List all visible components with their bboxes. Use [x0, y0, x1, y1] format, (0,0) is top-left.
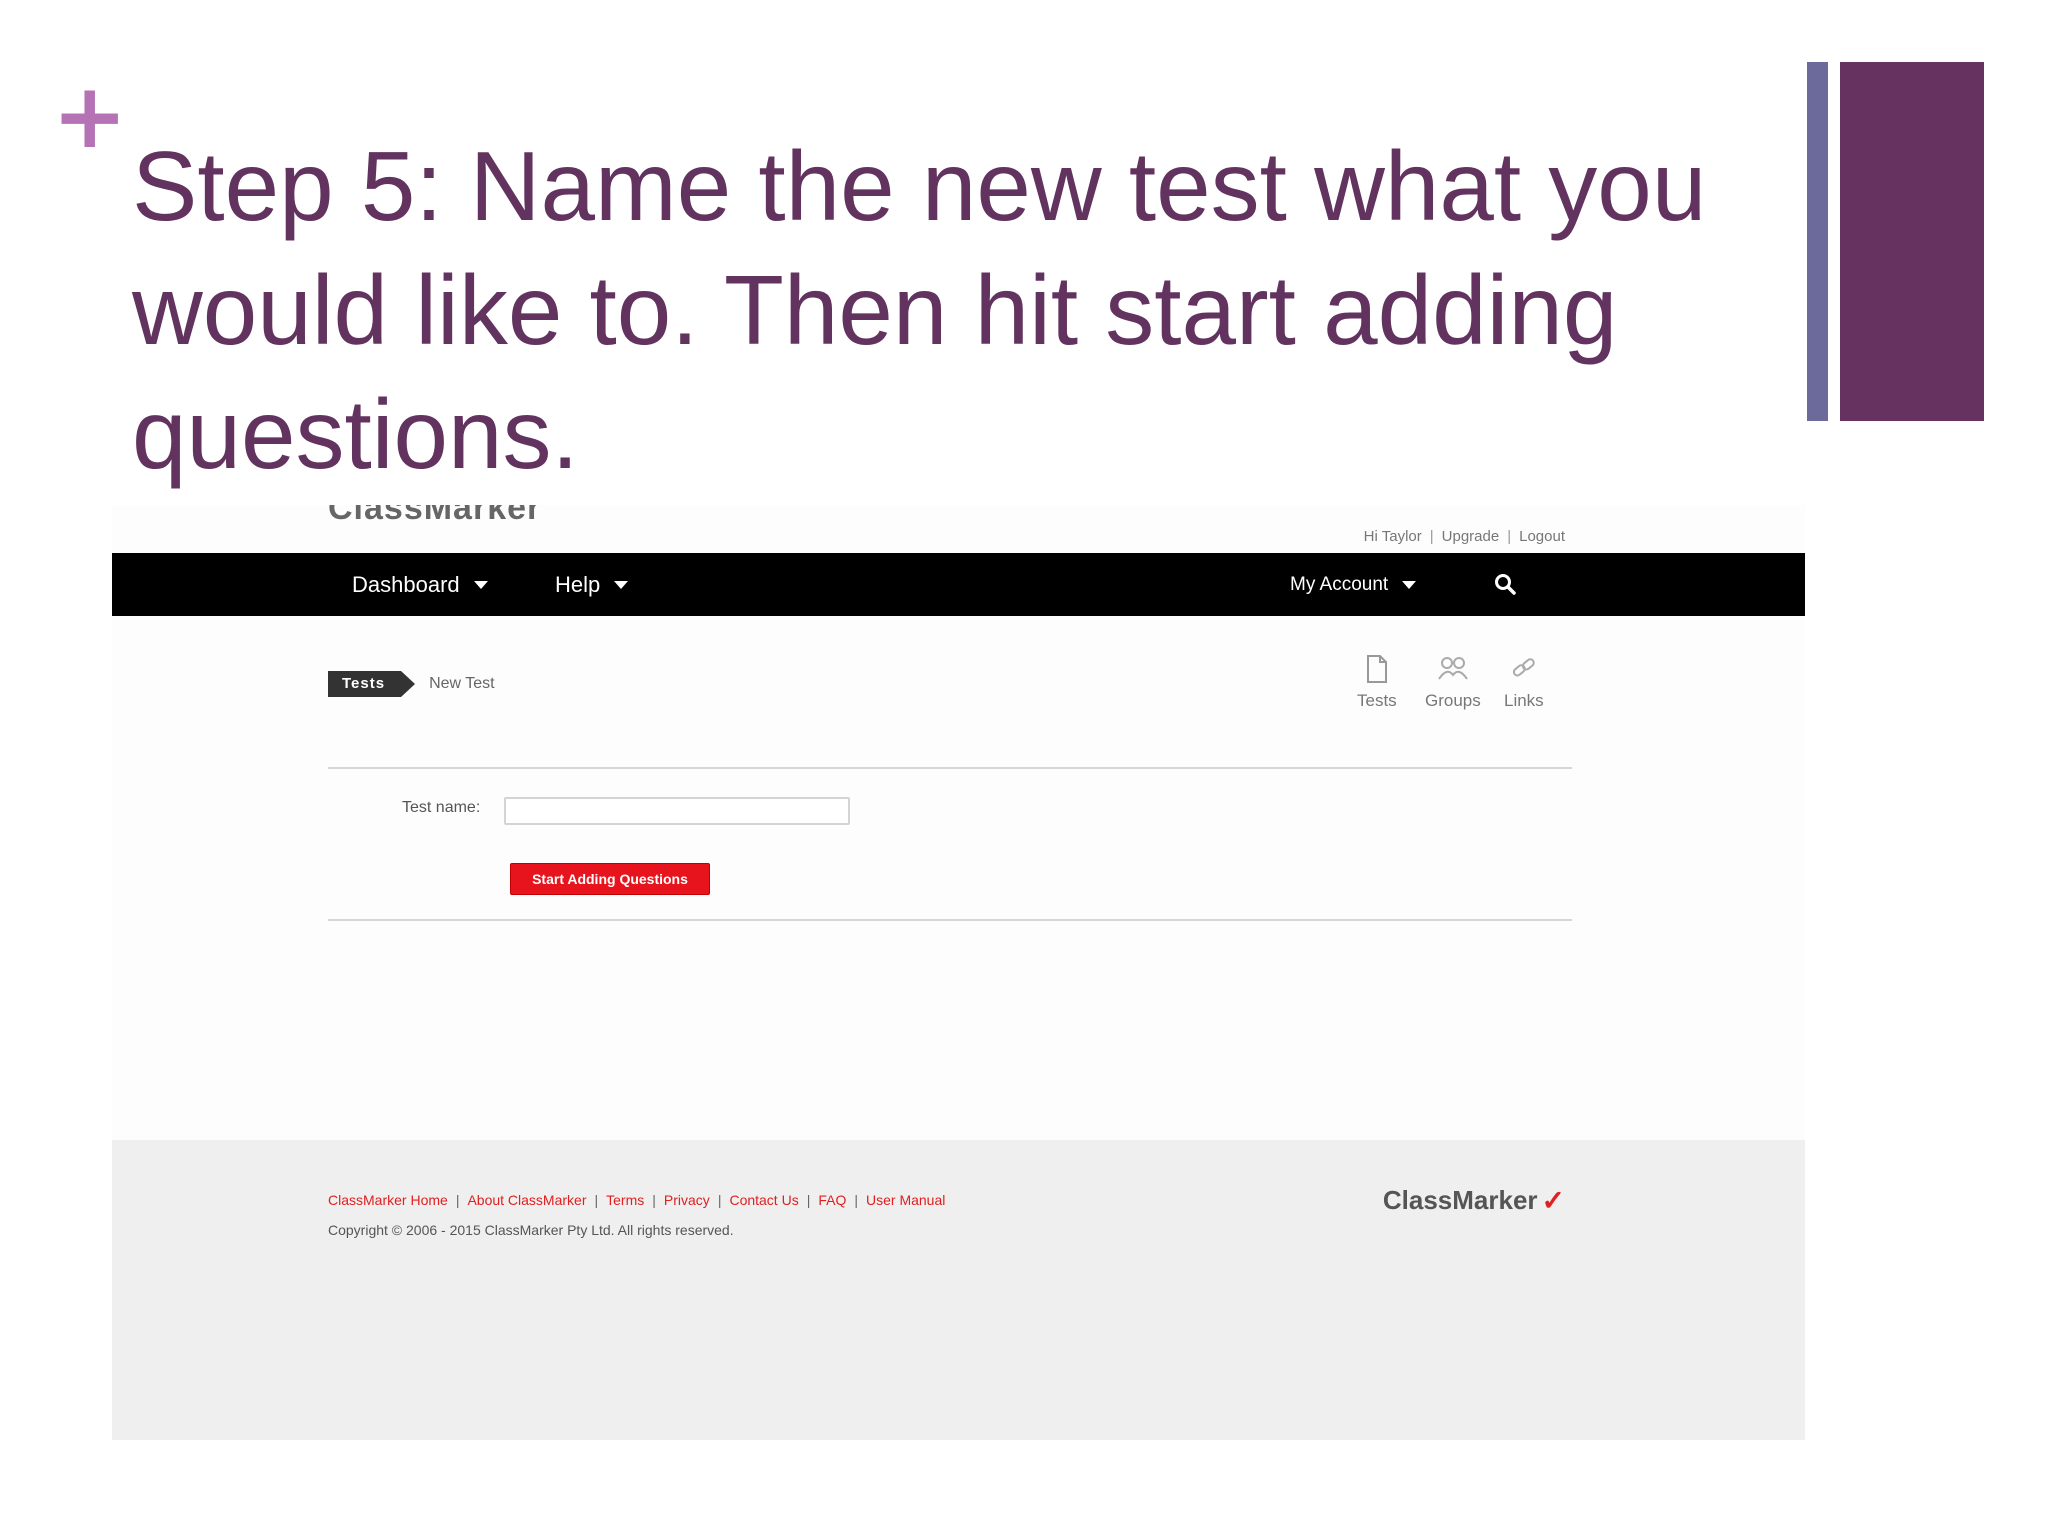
nav-dashboard[interactable]: Dashboard [352, 553, 488, 616]
app-logo: ClassMarker [328, 505, 542, 527]
nav-dashboard-label: Dashboard [352, 572, 460, 597]
separator: | [455, 1192, 460, 1208]
separator: | [854, 1192, 858, 1208]
nav-account-label: My Account [1290, 574, 1389, 595]
breadcrumb-tests[interactable]: Tests [328, 671, 402, 697]
chevron-down-icon [614, 580, 629, 589]
slide-title: Step 5: Name the new test what you would… [132, 131, 1707, 489]
footer-link-terms[interactable]: Terms [606, 1192, 644, 1208]
nav-my-account[interactable]: My Account [1290, 553, 1417, 616]
greeting-link[interactable]: Hi Taylor [1364, 528, 1422, 545]
main-navbar: Dashboard Help My Account [112, 553, 1805, 616]
breadcrumb-arrow [401, 671, 416, 697]
footer: ClassMarker Home | About ClassMarker | T… [112, 1140, 1805, 1440]
nav-help[interactable]: Help [555, 553, 629, 616]
chevron-down-icon [473, 580, 488, 589]
separator: | [1507, 528, 1512, 545]
separator: | [652, 1192, 656, 1208]
quick-link-groups[interactable]: Groups [1425, 653, 1481, 711]
footer-link-privacy[interactable]: Privacy [664, 1192, 710, 1208]
groups-icon [1438, 657, 1468, 680]
footer-link-manual[interactable]: User Manual [866, 1192, 945, 1208]
quick-link-links[interactable]: Links [1504, 653, 1544, 711]
accent-bar-thin [1807, 62, 1828, 421]
copyright-text: Copyright © 2006 - 2015 ClassMarker Pty … [328, 1222, 734, 1238]
footer-link-home[interactable]: ClassMarker Home [328, 1192, 448, 1208]
footer-logo[interactable]: ClassMarker ✓ [1383, 1184, 1565, 1217]
separator: | [1429, 528, 1434, 545]
slide-bullet-plus: + [52, 64, 128, 169]
divider [328, 767, 1572, 769]
search-icon[interactable] [1494, 573, 1516, 595]
accent-bar [1840, 62, 1984, 421]
footer-link-contact[interactable]: Contact Us [729, 1192, 798, 1208]
checkmark-icon: ✓ [1541, 1185, 1565, 1216]
quick-link-label: Tests [1357, 691, 1397, 710]
logout-link[interactable]: Logout [1519, 528, 1565, 545]
breadcrumb: Tests New Test [328, 671, 495, 697]
document-icon [1366, 655, 1387, 683]
chevron-down-icon [1402, 580, 1417, 589]
quick-link-label: Links [1504, 691, 1544, 710]
footer-link-about[interactable]: About ClassMarker [467, 1192, 586, 1208]
divider [328, 919, 1572, 921]
test-name-label: Test name: [402, 799, 481, 816]
separator: | [806, 1192, 811, 1208]
separator: | [717, 1192, 722, 1208]
breadcrumb-current: New Test [429, 675, 495, 692]
separator: | [594, 1192, 599, 1208]
test-name-input[interactable] [504, 797, 850, 825]
user-links: Hi Taylor | Upgrade | Logout [1364, 528, 1565, 545]
app-screenshot: ClassMarker Hi Taylor | Upgrade | Logout… [112, 505, 1805, 1440]
footer-link-faq[interactable]: FAQ [818, 1192, 846, 1208]
quick-link-tests[interactable]: Tests [1357, 653, 1397, 711]
start-adding-questions-button[interactable]: Start Adding Questions [510, 863, 710, 895]
footer-links: ClassMarker Home | About ClassMarker | T… [328, 1192, 945, 1208]
quick-link-label: Groups [1425, 691, 1481, 710]
upgrade-link[interactable]: Upgrade [1442, 528, 1500, 545]
footer-logo-text: ClassMarker [1382, 1185, 1538, 1215]
link-icon [1512, 658, 1535, 677]
nav-help-label: Help [555, 572, 601, 597]
